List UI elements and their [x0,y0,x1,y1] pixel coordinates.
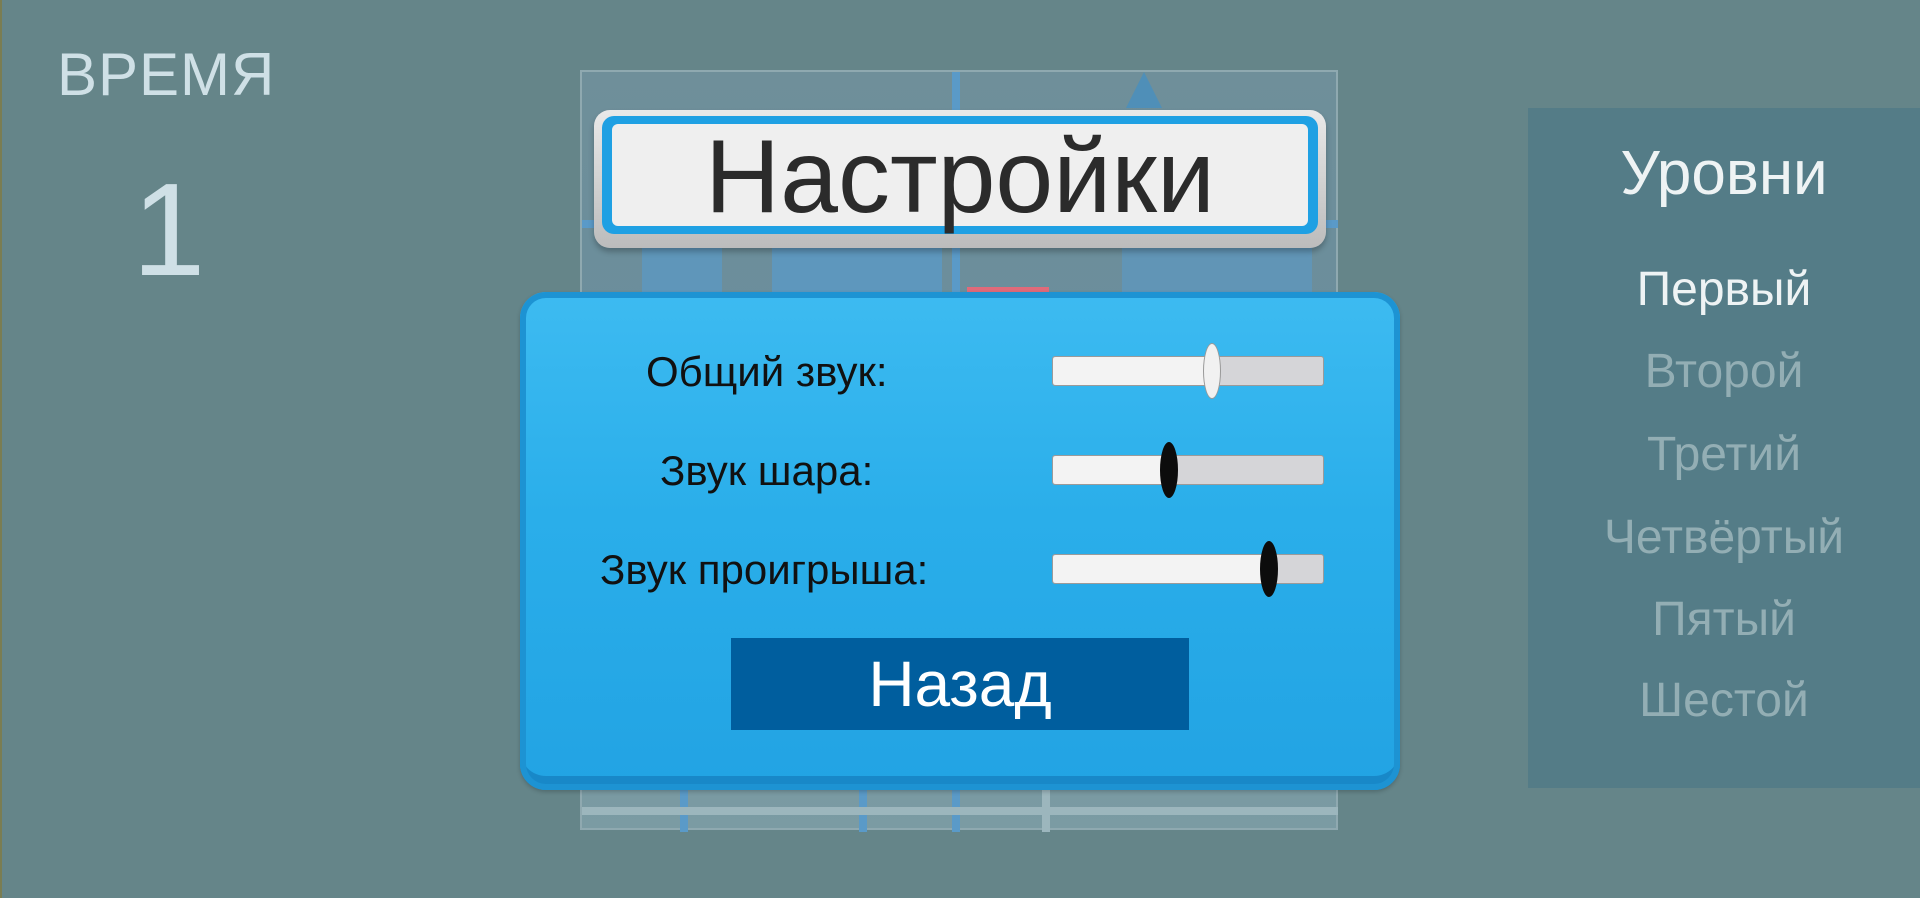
levels-panel: Уровни Первый Второй Третий Четвёртый Пя… [1528,108,1920,788]
level-item-second[interactable]: Второй [1528,344,1920,399]
left-edge-stripe [0,0,2,898]
master-volume-slider[interactable] [1052,343,1324,399]
lose-sound-label: Звук проигрыша: [600,546,929,593]
level-item-fifth[interactable]: Пятый [1528,592,1920,647]
level-item-first[interactable]: Первый [1528,262,1920,317]
master-volume-slider-fill [1053,357,1213,385]
level-item-sixth[interactable]: Шестой [1528,673,1920,728]
lose-sound-slider[interactable] [1052,541,1324,597]
lose-sound-slider-fill [1053,555,1269,583]
master-volume-row: Общий звук: [520,342,1400,402]
back-button[interactable]: Назад [731,638,1189,730]
lose-sound-row: Звук проигрыша: [520,540,1400,600]
time-label: ВРЕМЯ [57,41,276,108]
level-item-third[interactable]: Третий [1528,427,1920,482]
level-item-fourth[interactable]: Четвёртый [1528,510,1920,565]
ball-sound-row: Звук шара: [520,441,1400,501]
maze-wall [582,807,1338,815]
ball-sound-slider-handle[interactable] [1160,442,1179,498]
settings-panel: Общий звук: Звук шара: Звук проигрыша: Н… [520,292,1400,790]
ball-sound-slider[interactable] [1052,442,1324,498]
ball-sound-label: Звук шара: [660,447,874,494]
ball-sound-slider-fill [1053,456,1170,484]
settings-title-frame: Настройки [594,110,1326,248]
lose-sound-slider-handle[interactable] [1260,541,1278,597]
time-value: 1 [132,156,206,303]
maze-wall-corner [1126,72,1162,108]
master-volume-label: Общий звук: [646,348,888,395]
master-volume-slider-handle[interactable] [1203,343,1222,399]
settings-title: Настройки [705,119,1215,235]
levels-title: Уровни [1620,139,1828,208]
